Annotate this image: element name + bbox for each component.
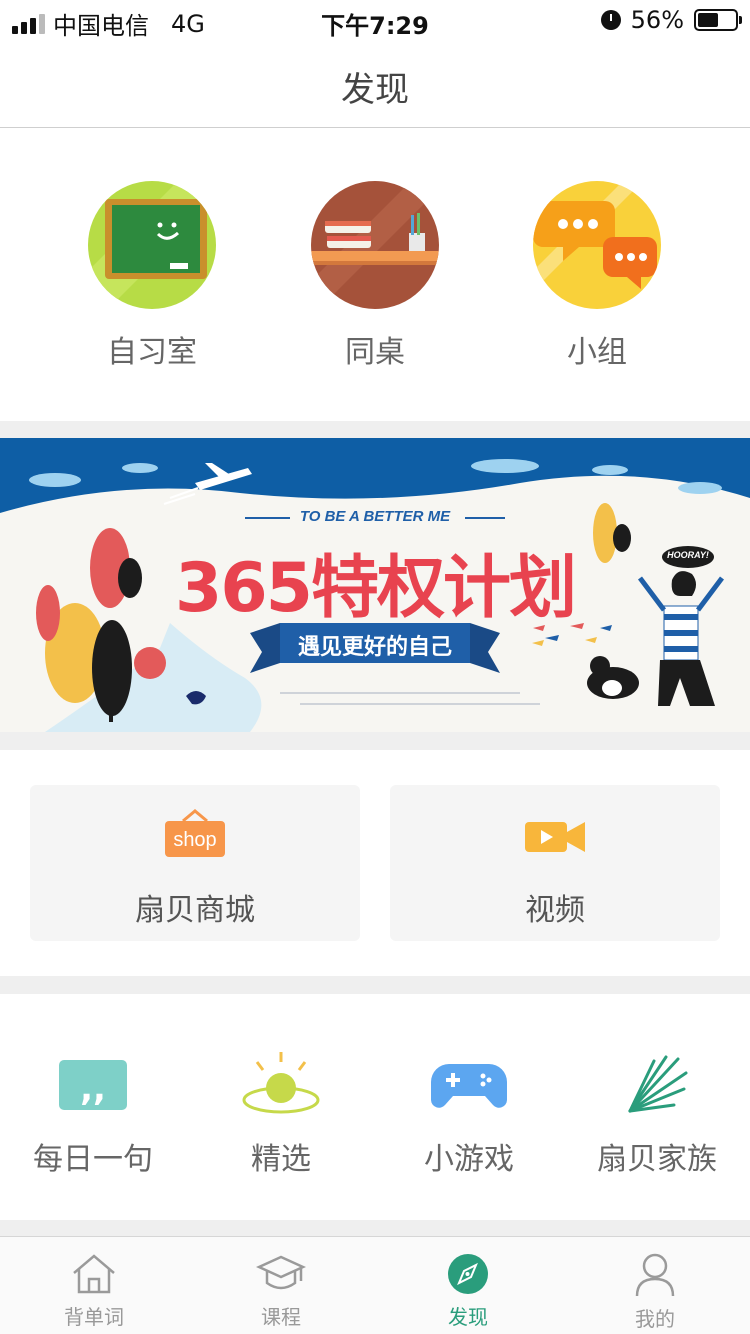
chalkboard-icon — [88, 181, 216, 309]
sunrise-icon — [188, 1050, 374, 1120]
top-entries: 自习室 同桌 小组 — [0, 129, 750, 421]
banner-speech-bubble: HOORAY! — [667, 550, 709, 560]
daily-sentence-label: 每日一句 — [33, 1142, 153, 1177]
tab-vocabulary[interactable]: 背单词 — [0, 1253, 188, 1330]
tab-courses-label: 课程 — [261, 1305, 301, 1329]
featured-label: 精选 — [251, 1142, 311, 1177]
page-title: 发现 — [341, 70, 409, 110]
group-entry[interactable]: 小组 — [497, 181, 697, 371]
bookshelf-icon — [311, 181, 439, 309]
user-icon — [635, 1253, 675, 1297]
shop-card-label: 扇贝商城 — [135, 893, 255, 928]
tab-discover-label: 发现 — [448, 1305, 488, 1329]
banner-tagline: TO BE A BETTER ME — [299, 508, 451, 525]
tab-courses[interactable]: 课程 — [187, 1253, 375, 1330]
gamepad-icon — [376, 1050, 562, 1120]
divider — [0, 1220, 750, 1236]
daily-sentence-entry[interactable]: ,, 每日一句 — [0, 1050, 186, 1178]
divider — [0, 421, 750, 438]
tab-vocabulary-label: 背单词 — [64, 1305, 124, 1329]
status-bar: 中国电信 4G 下午7:29 56% — [0, 0, 750, 40]
tab-bar: 背单词 课程 发现 我的 — [0, 1236, 750, 1334]
mini-games-entry[interactable]: 小游戏 — [376, 1050, 562, 1178]
study-room-label: 自习室 — [107, 335, 197, 370]
study-room-entry[interactable]: 自习室 — [52, 181, 252, 371]
leaf-burst-icon — [564, 1050, 750, 1120]
graduation-cap-icon — [255, 1255, 307, 1290]
deskmate-entry[interactable]: 同桌 — [275, 181, 475, 371]
video-card-label: 视频 — [525, 893, 585, 928]
shop-icon: shop — [165, 809, 225, 857]
shanbay-family-label: 扇贝家族 — [597, 1142, 717, 1177]
deskmate-label: 同桌 — [345, 335, 405, 370]
divider — [0, 976, 750, 994]
battery-percent: 56% — [630, 6, 684, 34]
divider — [0, 732, 750, 750]
video-card[interactable]: 视频 — [390, 785, 720, 941]
shop-icon-text: shop — [173, 829, 216, 851]
compass-icon — [448, 1254, 488, 1294]
chat-bubbles-icon — [533, 181, 661, 309]
alarm-icon — [600, 10, 621, 30]
group-label: 小组 — [567, 335, 627, 370]
battery-fill — [698, 13, 719, 27]
home-icon — [73, 1254, 115, 1294]
mini-games-label: 小游戏 — [424, 1142, 514, 1177]
nav-bar: 发现 — [0, 40, 750, 128]
shanbay-family-entry[interactable]: 扇贝家族 — [564, 1050, 750, 1178]
tab-discover[interactable]: 发现 — [374, 1253, 562, 1330]
status-right: 56% — [600, 6, 742, 34]
svg-text:,,: ,, — [80, 1069, 106, 1109]
featured-entry[interactable]: 精选 — [188, 1050, 374, 1178]
tab-profile-label: 我的 — [635, 1307, 675, 1331]
banner-title: 365特权计划 — [175, 549, 577, 628]
tab-profile[interactable]: 我的 — [561, 1253, 749, 1332]
battery-icon — [694, 9, 742, 31]
video-camera-icon — [525, 822, 585, 852]
promo-banner[interactable]: TO BE A BETTER ME 365特权计划 遇见更好的自己 HOORAY… — [0, 438, 750, 732]
quote-icon: ,, — [0, 1050, 186, 1120]
banner-subtitle: 遇见更好的自己 — [297, 635, 452, 660]
shop-card[interactable]: shop 扇贝商城 — [30, 785, 360, 941]
